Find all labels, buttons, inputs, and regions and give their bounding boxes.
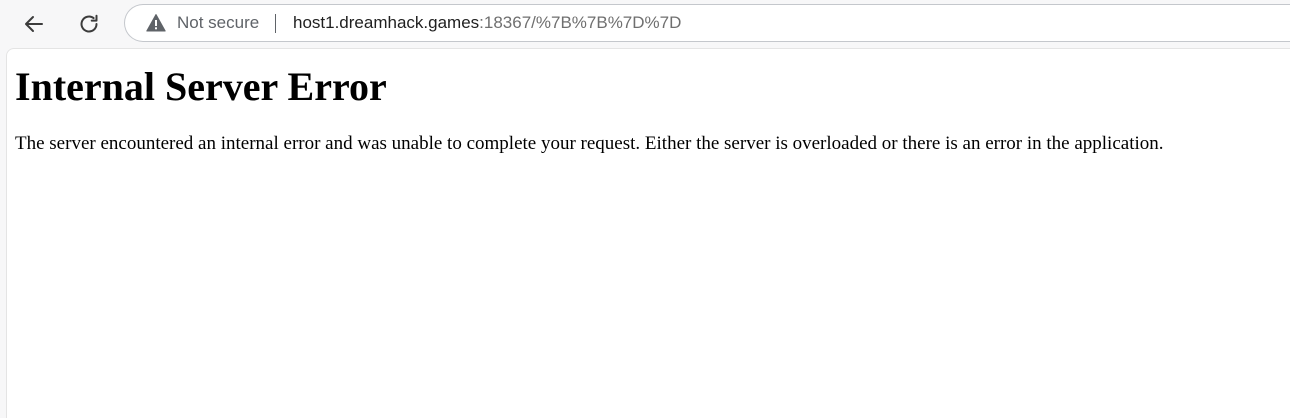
reload-icon: [80, 14, 98, 33]
url-host: host1.dreamhack.games: [293, 13, 480, 32]
warning-triangle-icon: [146, 14, 166, 32]
url-text[interactable]: host1.dreamhack.games:18367/%7B%7B%7D%7D: [293, 5, 681, 41]
error-message: The server encountered an internal error…: [15, 133, 1164, 154]
address-bar[interactable]: Not secure host1.dreamhack.games:18367/%…: [124, 4, 1290, 42]
page-content: Internal Server Error The server encount…: [6, 48, 1290, 418]
browser-toolbar: Not secure host1.dreamhack.games:18367/%…: [0, 0, 1290, 48]
security-indicator[interactable]: Not secure: [146, 5, 259, 41]
reload-button[interactable]: [71, 6, 107, 42]
security-label: Not secure: [177, 13, 260, 32]
page-heading: Internal Server Error: [15, 64, 387, 109]
address-bar-divider: [275, 14, 276, 33]
arrow-left-icon: [25, 16, 43, 32]
back-button[interactable]: [16, 6, 52, 42]
url-path: :18367/%7B%7B%7D%7D: [479, 13, 682, 32]
